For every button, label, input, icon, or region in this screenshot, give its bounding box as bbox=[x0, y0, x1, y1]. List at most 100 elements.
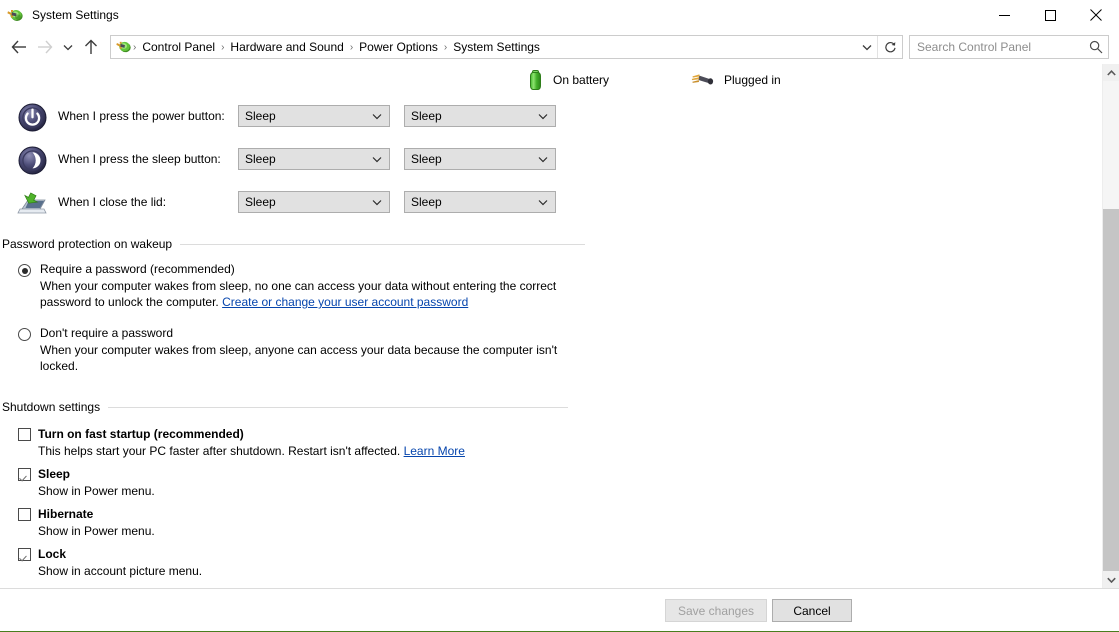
password-protection-group: Password protection on wakeup Require a … bbox=[0, 236, 1102, 378]
address-chevron-down-icon[interactable] bbox=[857, 36, 877, 58]
dropdown-close-lid-plugged-in[interactable]: Sleep bbox=[404, 191, 556, 213]
breadcrumb: › Control Panel › Hardware and Sound › P… bbox=[132, 38, 857, 56]
shutdown-item-lock[interactable]: Lock Show in account picture menu. bbox=[18, 547, 1102, 585]
scroll-down-arrow-icon[interactable] bbox=[1103, 571, 1119, 588]
breadcrumb-item-power-options[interactable]: Power Options bbox=[354, 38, 443, 56]
fast-startup-description: This helps start your PC faster after sh… bbox=[38, 444, 1102, 458]
checkbox-sleep-label: Sleep bbox=[38, 467, 71, 481]
chevron-down-icon bbox=[538, 199, 555, 206]
search-input[interactable] bbox=[910, 39, 1084, 55]
dropdown-power-button-on-battery-value: Sleep bbox=[245, 109, 276, 123]
power-plug-icon bbox=[7, 7, 24, 24]
up-button[interactable] bbox=[78, 34, 104, 60]
shutdown-item-hibernate[interactable]: Hibernate Show in Power menu. bbox=[18, 507, 1102, 545]
password-protection-header: Password protection on wakeup bbox=[2, 236, 1102, 252]
setting-label-power-button: When I press the power button: bbox=[58, 109, 225, 123]
close-button[interactable] bbox=[1073, 0, 1119, 30]
dropdown-close-lid-on-battery[interactable]: Sleep bbox=[238, 191, 390, 213]
recent-locations-chevron-down-icon[interactable] bbox=[58, 34, 78, 60]
password-option-dont-require[interactable]: Don't require a password When your compu… bbox=[18, 326, 1102, 378]
dialog-footer: Save changes Cancel bbox=[0, 588, 1119, 631]
window-title: System Settings bbox=[32, 8, 119, 22]
column-header-on-battery: On battery bbox=[529, 67, 609, 93]
setting-label-sleep-button: When I press the sleep button: bbox=[58, 152, 221, 166]
checkbox-lock[interactable] bbox=[18, 548, 31, 561]
fast-startup-description-text: This helps start your PC faster after sh… bbox=[38, 444, 404, 458]
navigation-bar: › Control Panel › Hardware and Sound › P… bbox=[0, 30, 1119, 64]
refresh-icon[interactable] bbox=[877, 36, 902, 58]
section-divider bbox=[108, 406, 569, 408]
address-bar-controls bbox=[857, 36, 902, 58]
breadcrumb-item-control-panel[interactable]: Control Panel bbox=[137, 38, 220, 56]
chevron-down-icon bbox=[538, 113, 555, 120]
laptop-lid-icon bbox=[16, 187, 49, 220]
dropdown-sleep-button-plugged-in[interactable]: Sleep bbox=[404, 148, 556, 170]
checkbox-hibernate[interactable] bbox=[18, 508, 31, 521]
checkbox-sleep[interactable] bbox=[18, 468, 31, 481]
learn-more-link[interactable]: Learn More bbox=[404, 444, 465, 458]
breadcrumb-power-plug-icon bbox=[116, 39, 132, 55]
breadcrumb-item-hardware-and-sound[interactable]: Hardware and Sound bbox=[225, 38, 348, 56]
section-divider bbox=[180, 243, 586, 245]
shutdown-item-sleep[interactable]: Sleep Show in Power menu. bbox=[18, 467, 1102, 505]
chevron-down-icon bbox=[372, 199, 389, 206]
shutdown-settings-header: Shutdown settings bbox=[2, 399, 1102, 415]
title-bar: System Settings bbox=[0, 0, 1119, 30]
password-option-require[interactable]: Require a password (recommended) When yo… bbox=[18, 262, 1102, 318]
checkbox-lock-label: Lock bbox=[38, 547, 67, 561]
scroll-up-arrow-icon[interactable] bbox=[1103, 64, 1119, 81]
chevron-down-icon bbox=[372, 156, 389, 163]
checkbox-hibernate-label: Hibernate bbox=[38, 507, 94, 521]
back-button[interactable] bbox=[6, 34, 32, 60]
column-header-plugged-in-label: Plugged in bbox=[724, 73, 781, 87]
shutdown-settings-title: Shutdown settings bbox=[2, 400, 101, 414]
scrollbar-track[interactable] bbox=[1103, 209, 1119, 571]
settings-content: On battery Plugged in When I press the p… bbox=[0, 64, 1102, 588]
address-bar[interactable]: › Control Panel › Hardware and Sound › P… bbox=[110, 35, 903, 59]
checkbox-fast-startup[interactable] bbox=[18, 428, 31, 441]
shutdown-item-fast-startup[interactable]: Turn on fast startup (recommended) This … bbox=[18, 427, 1102, 465]
breadcrumb-item-system-settings[interactable]: System Settings bbox=[448, 38, 545, 56]
checkbox-fast-startup-label: Turn on fast startup (recommended) bbox=[38, 427, 244, 441]
radio-require-password[interactable] bbox=[18, 264, 31, 277]
dropdown-power-button-plugged-in-value: Sleep bbox=[411, 109, 442, 123]
dont-require-password-description: When your computer wakes from sleep, any… bbox=[40, 343, 558, 373]
create-change-password-link[interactable]: Create or change your user account passw… bbox=[222, 295, 468, 309]
chevron-down-icon bbox=[538, 156, 555, 163]
dropdown-sleep-button-on-battery[interactable]: Sleep bbox=[238, 148, 390, 170]
power-buttons-table: On battery Plugged in When I press the p… bbox=[0, 64, 1102, 225]
radio-require-password-label: Require a password (recommended) bbox=[40, 262, 235, 276]
power-table-header: On battery Plugged in bbox=[0, 64, 1102, 96]
dropdown-close-lid-plugged-in-value: Sleep bbox=[411, 195, 442, 209]
dropdown-power-button-on-battery[interactable]: Sleep bbox=[238, 105, 390, 127]
shutdown-settings-group: Shutdown settings Turn on fast startup (… bbox=[0, 399, 1102, 585]
password-protection-title: Password protection on wakeup bbox=[2, 237, 173, 251]
hibernate-description: Show in Power menu. bbox=[38, 524, 155, 538]
chevron-down-icon bbox=[372, 113, 389, 120]
search-box[interactable] bbox=[909, 35, 1109, 59]
setting-label-close-lid: When I close the lid: bbox=[58, 195, 167, 209]
forward-button[interactable] bbox=[32, 34, 58, 60]
setting-row-power-button: When I press the power button: Sleep Sle… bbox=[0, 96, 1102, 139]
save-changes-button[interactable]: Save changes bbox=[665, 599, 767, 622]
dropdown-power-button-plugged-in[interactable]: Sleep bbox=[404, 105, 556, 127]
power-button-icon bbox=[16, 101, 49, 134]
power-plug-icon bbox=[691, 74, 714, 85]
minimize-button[interactable] bbox=[981, 0, 1027, 30]
dropdown-sleep-button-on-battery-value: Sleep bbox=[245, 152, 276, 166]
system-settings-window: System Settings › Control Panel › Hardwa… bbox=[0, 0, 1119, 632]
setting-row-close-lid: When I close the lid: Sleep Sleep bbox=[0, 182, 1102, 225]
maximize-button[interactable] bbox=[1027, 0, 1073, 30]
dropdown-close-lid-on-battery-value: Sleep bbox=[245, 195, 276, 209]
column-header-on-battery-label: On battery bbox=[553, 73, 610, 87]
radio-dont-require-password-label: Don't require a password bbox=[40, 326, 174, 340]
radio-dont-require-password[interactable] bbox=[18, 328, 31, 341]
dropdown-sleep-button-plugged-in-value: Sleep bbox=[411, 152, 442, 166]
vertical-scrollbar[interactable] bbox=[1102, 64, 1119, 588]
column-header-plugged-in: Plugged in bbox=[690, 67, 781, 93]
cancel-button[interactable]: Cancel bbox=[772, 599, 852, 622]
lock-description: Show in account picture menu. bbox=[38, 564, 203, 578]
search-icon[interactable] bbox=[1084, 36, 1108, 58]
sleep-button-icon bbox=[16, 144, 49, 177]
scrollbar-thumb[interactable] bbox=[1103, 81, 1119, 209]
